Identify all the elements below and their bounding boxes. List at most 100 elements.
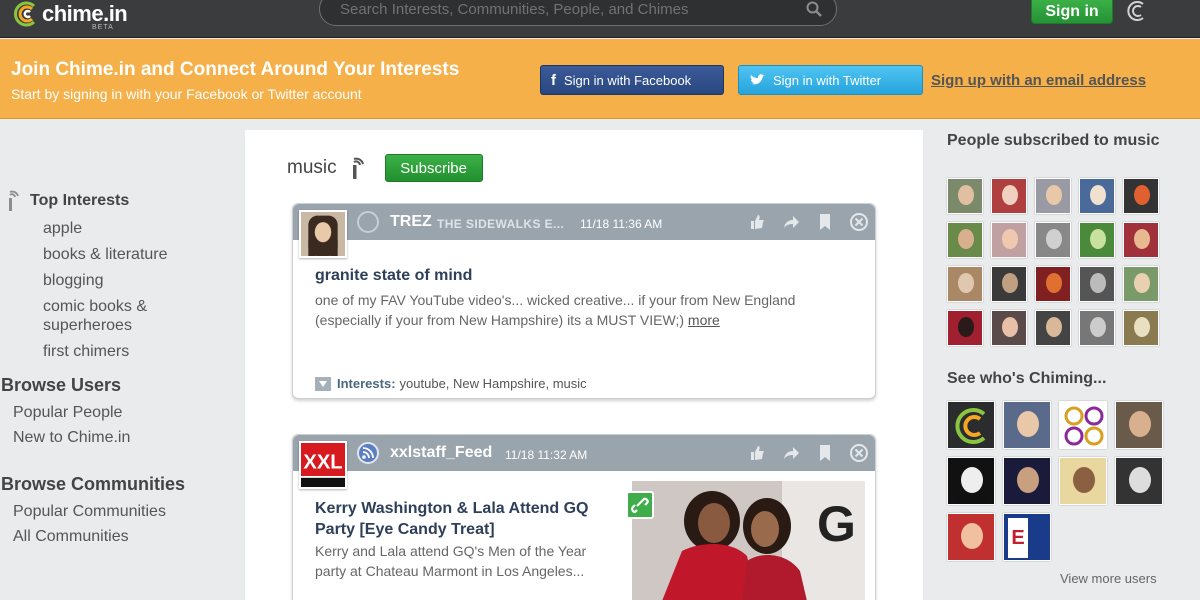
- left-sidebar: Top Interests apple books & literature b…: [0, 120, 240, 600]
- chiming-user-avatar[interactable]: [947, 457, 995, 505]
- subscriber-avatar[interactable]: [1035, 178, 1071, 214]
- banner-subtitle: Start by signing in with your Facebook o…: [11, 86, 362, 102]
- post-title[interactable]: granite state of mind: [315, 267, 472, 285]
- xxl-logo-image: XXL: [301, 443, 345, 487]
- chiming-user-avatar[interactable]: [1115, 401, 1163, 449]
- main-feed: music Subscribe TREZ THE SIDEWALKS E... …: [245, 130, 923, 600]
- search-box[interactable]: [319, 0, 837, 26]
- subscriber-avatar[interactable]: [1035, 310, 1071, 346]
- chime-logo-icon: [14, 1, 36, 27]
- chiming-user-avatar[interactable]: [947, 513, 995, 561]
- post-title[interactable]: Kerry Washington & Lala Attend GQ Party …: [315, 498, 620, 540]
- search-input[interactable]: [340, 0, 800, 19]
- post-body: one of my FAV YouTube video's... wicked …: [315, 290, 855, 330]
- post-photo[interactable]: G: [632, 481, 865, 600]
- popular-communities-link[interactable]: Popular Communities: [13, 503, 166, 521]
- chiming-user-avatar[interactable]: [1059, 401, 1107, 449]
- interest-link[interactable]: books & literature: [43, 245, 233, 264]
- close-icon[interactable]: [849, 443, 869, 463]
- post-actions: [747, 443, 869, 463]
- browse-communities-heading: Browse Communities: [1, 474, 186, 494]
- browse-users-heading: Browse Users: [1, 375, 122, 395]
- subscriber-avatar[interactable]: [1123, 178, 1159, 214]
- subscriber-avatar[interactable]: [1079, 310, 1115, 346]
- subscriber-avatar[interactable]: [947, 266, 983, 302]
- search-icon[interactable]: [806, 1, 822, 17]
- xxl-logo[interactable]: XXL: [299, 441, 347, 489]
- subscriber-avatar[interactable]: [991, 178, 1027, 214]
- subscriber-avatar[interactable]: [1035, 222, 1071, 258]
- subscribe-button[interactable]: Subscribe: [384, 154, 483, 182]
- interest-name: music: [287, 157, 337, 178]
- more-link[interactable]: more: [688, 312, 720, 328]
- subscriber-avatar[interactable]: [947, 178, 983, 214]
- twitter-signin-label: Sign in with Twitter: [773, 72, 882, 88]
- twitter-signin-button[interactable]: Sign in with Twitter: [738, 65, 923, 95]
- top-bar: chime.in BETA Sign in: [0, 0, 1200, 38]
- sign-in-button[interactable]: Sign in: [1031, 0, 1113, 24]
- all-communities-link[interactable]: All Communities: [13, 528, 129, 546]
- subscriber-avatar[interactable]: [1123, 266, 1159, 302]
- subscriber-avatar[interactable]: [1123, 222, 1159, 258]
- link-icon[interactable]: [626, 491, 654, 519]
- post-username[interactable]: xxlstaff_Feed: [390, 444, 492, 462]
- top-interests-list: apple books & literature blogging comic …: [43, 219, 233, 368]
- subscriber-avatar[interactable]: [991, 310, 1027, 346]
- post-header: TREZ THE SIDEWALKS E... 11/18 11:36 AM: [293, 204, 875, 258]
- beta-label: BETA: [92, 24, 114, 31]
- view-more-users-link[interactable]: View more users: [1060, 571, 1157, 586]
- post-timestamp: 11/18 11:36 AM: [580, 217, 663, 231]
- subscriber-avatar[interactable]: [991, 222, 1027, 258]
- email-signup-link[interactable]: Sign up with an email address: [931, 72, 1146, 89]
- new-users-link[interactable]: New to Chime.in: [13, 429, 130, 447]
- post-username[interactable]: TREZ: [390, 213, 432, 231]
- post-community[interactable]: THE SIDEWALKS E...: [437, 217, 564, 231]
- interests-values[interactable]: youtube, New Hampshire, music: [400, 376, 587, 391]
- chime-logo-avatar[interactable]: [947, 401, 995, 449]
- chiming-user-avatar[interactable]: [1059, 457, 1107, 505]
- interest-link[interactable]: apple: [43, 219, 233, 238]
- subscriber-avatar[interactable]: [1123, 310, 1159, 346]
- chiming-user-avatar[interactable]: [1003, 401, 1051, 449]
- subscriber-avatar[interactable]: [1079, 178, 1115, 214]
- subscriber-avatar[interactable]: [1079, 222, 1115, 258]
- close-icon[interactable]: [849, 212, 869, 232]
- user-avatar[interactable]: [299, 210, 347, 258]
- post-card[interactable]: XXL xxlstaff_Feed 11/18 11:32 AM Kerry W…: [292, 434, 876, 600]
- chiming-user-avatar[interactable]: [1003, 457, 1051, 505]
- subscriber-avatar[interactable]: [991, 266, 1027, 302]
- post-interests: Interests: youtube, New Hampshire, music: [315, 376, 587, 391]
- interest-link[interactable]: blogging: [43, 271, 233, 290]
- right-sidebar: People subscribed to music See who's Chi…: [930, 120, 1200, 600]
- bookmark-icon[interactable]: [815, 443, 835, 463]
- expand-icon[interactable]: [315, 376, 331, 391]
- chiming-user-avatar[interactable]: E: [1003, 513, 1051, 561]
- rss-icon: [357, 442, 379, 464]
- bookmark-icon[interactable]: [815, 212, 835, 232]
- like-icon[interactable]: [747, 212, 767, 232]
- share-icon[interactable]: [781, 212, 801, 232]
- chime-icon[interactable]: [1127, 0, 1147, 22]
- post-card[interactable]: TREZ THE SIDEWALKS E... 11/18 11:36 AM g…: [292, 203, 876, 399]
- banner-title: Join Chime.in and Connect Around Your In…: [11, 59, 460, 80]
- subscriber-avatar[interactable]: [1035, 266, 1071, 302]
- subscriber-avatar[interactable]: [947, 310, 983, 346]
- top-interests-header: Top Interests: [6, 190, 129, 212]
- interest-link[interactable]: comic books & superheroes: [43, 297, 233, 335]
- facebook-signin-button[interactable]: f Sign in with Facebook: [540, 65, 724, 95]
- post-body-text: one of my FAV YouTube video's... wicked …: [315, 292, 796, 328]
- subscriber-avatar[interactable]: [1079, 266, 1115, 302]
- share-icon[interactable]: [781, 443, 801, 463]
- interests-label: Interests:: [337, 376, 396, 391]
- interest-link[interactable]: first chimers: [43, 342, 233, 361]
- post-body: Kerry and Lala attend GQ's Men of the Ye…: [315, 543, 587, 579]
- svg-text:E: E: [1011, 527, 1024, 549]
- post-photo-image: G: [632, 481, 865, 600]
- subscribers-heading: People subscribed to music: [947, 132, 1160, 149]
- antenna-icon: [352, 157, 364, 179]
- subscriber-avatar[interactable]: [947, 222, 983, 258]
- popular-people-link[interactable]: Popular People: [13, 404, 122, 422]
- antenna-icon: [9, 190, 19, 211]
- like-icon[interactable]: [747, 443, 767, 463]
- chiming-user-avatar[interactable]: [1115, 457, 1163, 505]
